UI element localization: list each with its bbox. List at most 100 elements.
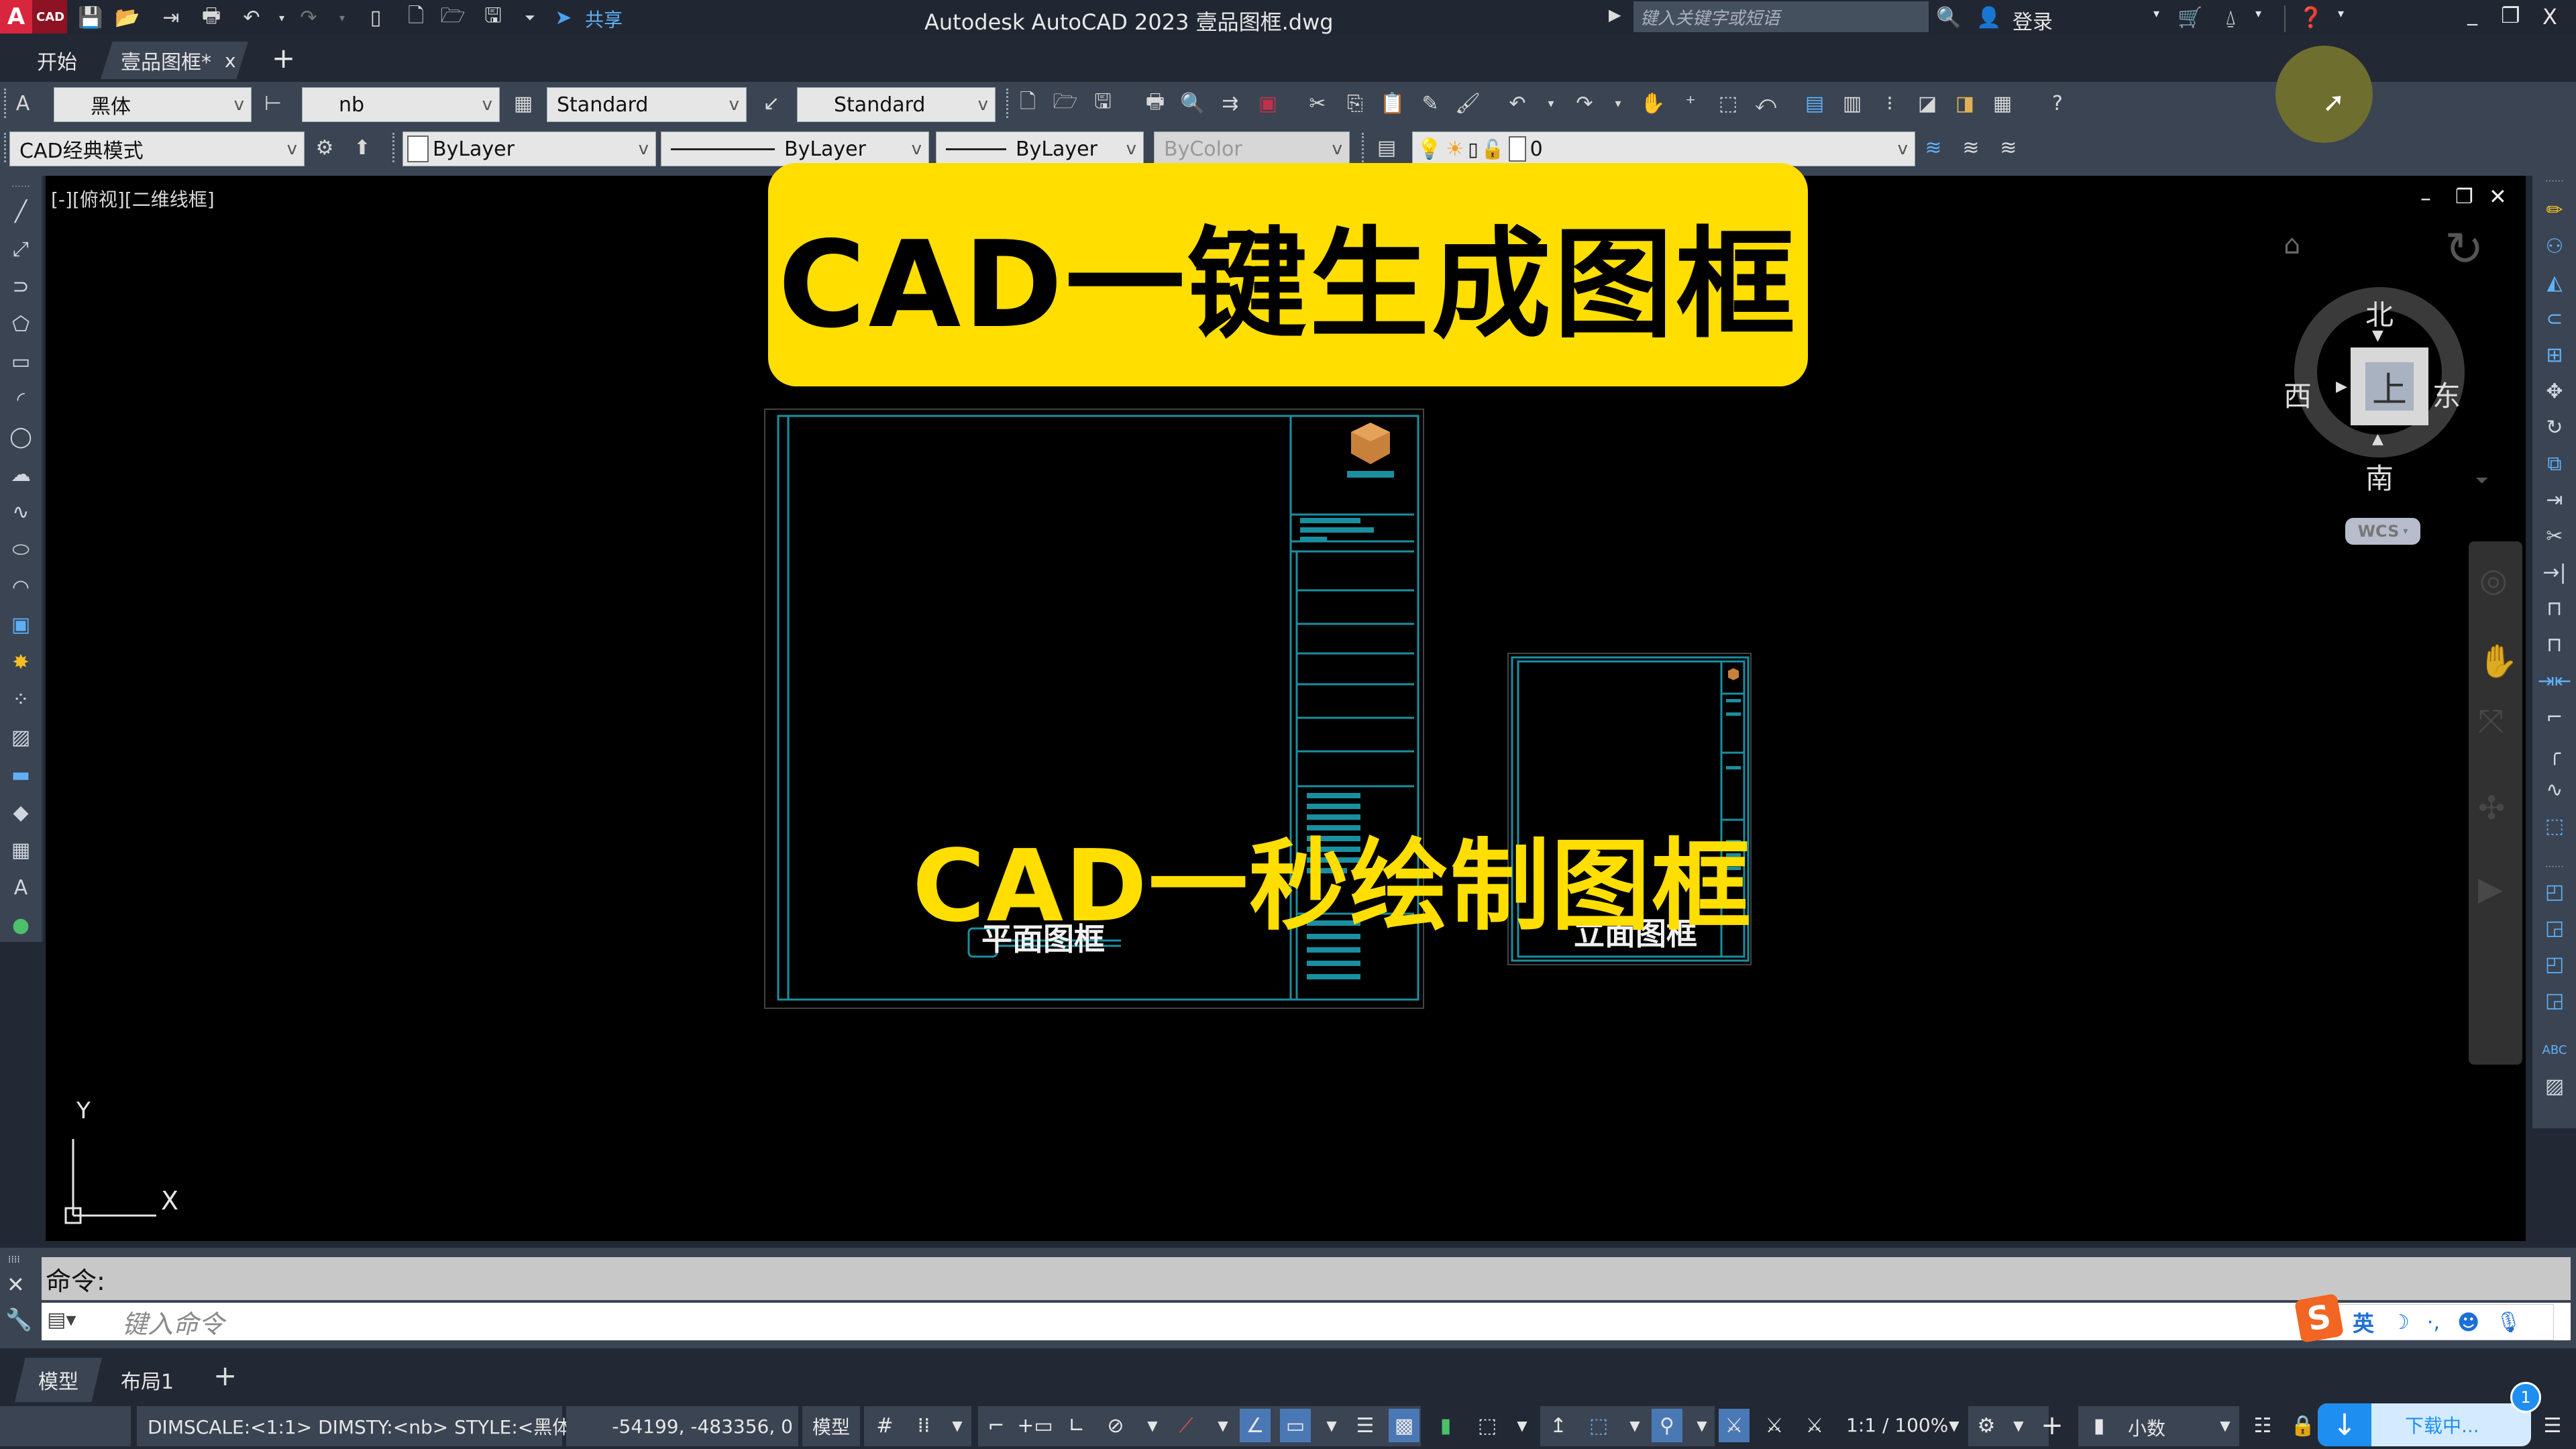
grid-icon[interactable]: #	[869, 1409, 900, 1442]
download-notification[interactable]: ↓ 下载中...	[2318, 1403, 2531, 1446]
block-editor-icon[interactable]: 🖌	[1453, 89, 1483, 118]
quick-calc-icon[interactable]: ▦	[1988, 89, 2017, 118]
lineweight-icon[interactable]: ☰	[1350, 1409, 1381, 1442]
microphone-icon[interactable]: 🎙	[2496, 1311, 2521, 1334]
ortho-icon[interactable]: ∟	[1061, 1409, 1092, 1442]
rectangle-icon[interactable]: ▭	[5, 346, 36, 377]
array-icon[interactable]: ⊞	[2539, 339, 2570, 370]
properties-icon[interactable]: ▤	[1800, 89, 1829, 118]
chamfer-icon[interactable]: ⌐	[2539, 702, 2570, 733]
line-icon[interactable]: ╱	[5, 196, 36, 227]
polygon-icon[interactable]: ⬠	[5, 309, 36, 339]
multiline-text-icon[interactable]: A	[5, 872, 36, 903]
cut-icon[interactable]: ✂	[1303, 89, 1332, 118]
send-under-icon[interactable]: ◲	[2539, 985, 2570, 1016]
redo-dropdown-icon[interactable]: ▾	[329, 4, 356, 31]
color-select[interactable]: ByLayer v	[402, 131, 656, 166]
search-icon[interactable]: 🔍	[1935, 4, 1962, 31]
toolbar-grip[interactable]	[1362, 133, 1368, 162]
emoji-icon[interactable]: ☻	[2457, 1309, 2479, 1335]
multileader-style-select[interactable]: Standard v	[797, 87, 996, 122]
workspace-dropdown-icon[interactable]: ▼	[2003, 1409, 2034, 1442]
make-block-icon[interactable]: ✸	[5, 647, 36, 678]
osnap-dropdown-icon[interactable]: ▼	[1316, 1409, 1347, 1442]
gradient-icon[interactable]: ▬	[5, 759, 36, 790]
stretch-icon[interactable]: ⇥	[2539, 484, 2570, 515]
extend-icon[interactable]: →|	[2539, 557, 2570, 588]
ellipse-icon[interactable]: ⬭	[5, 534, 36, 565]
lock-ui-icon[interactable]: 🔒	[2288, 1409, 2318, 1442]
construction-line-icon[interactable]: ⤢	[5, 233, 36, 264]
redo-dropdown-icon[interactable]: ▾	[1603, 89, 1633, 118]
share-icon[interactable]: ➤	[550, 4, 577, 31]
punctuation-icon[interactable]: ·,	[2427, 1311, 2440, 1334]
dynamic-input-icon[interactable]: +▭	[1017, 1409, 1053, 1442]
user-icon[interactable]: 👤	[1976, 4, 2002, 31]
layer-properties-icon[interactable]: ▤	[1372, 133, 1401, 162]
layer-select[interactable]: 💡 ☀ ▯ 🔓 0v	[1412, 131, 1915, 166]
linetype-select[interactable]: ByLayer v	[661, 131, 929, 166]
fillet-icon[interactable]: ╭	[2539, 738, 2570, 769]
command-input[interactable]: ▤▾ 键入命令	[42, 1303, 2571, 1340]
open-file-icon[interactable]: 🗁	[439, 4, 466, 31]
layer-previous-icon[interactable]: ≋	[1956, 133, 1986, 162]
save-icon[interactable]: 🖫	[1088, 89, 1118, 118]
import-icon[interactable]: ⇥	[158, 4, 184, 31]
selection-cycling-icon[interactable]: ▮	[1430, 1409, 1461, 1442]
snap-dropdown-icon[interactable]: ▼	[942, 1409, 973, 1442]
customize-icon[interactable]: 🔧	[5, 1307, 32, 1332]
undo-icon[interactable]: ↶	[1503, 89, 1532, 118]
bring-to-front-icon[interactable]: ◰	[2539, 876, 2570, 907]
hatch-icon[interactable]: ▨	[5, 722, 36, 753]
toolbar-grip[interactable]: ⋯⋯	[2539, 176, 2570, 186]
share-button[interactable]: 共享	[585, 5, 623, 32]
autodesk-app-icon[interactable]: ⍙	[2217, 4, 2244, 31]
units-value[interactable]: 小数	[2128, 1414, 2165, 1441]
revision-cloud-icon[interactable]: ☁	[5, 459, 36, 490]
zoom-realtime-icon[interactable]: ⁺	[1676, 89, 1705, 118]
gizmo-dropdown-icon[interactable]: ▼	[1686, 1409, 1717, 1442]
redo-icon[interactable]: ↷	[1570, 89, 1599, 118]
close-window-button[interactable]: X	[2542, 4, 2557, 30]
zoom-previous-icon[interactable]: ⤺	[1751, 89, 1780, 118]
bring-above-icon[interactable]: ◰	[2539, 949, 2570, 979]
add-selected-icon[interactable]: ●	[5, 910, 36, 941]
units-dropdown-icon[interactable]: ▼	[2210, 1409, 2241, 1442]
object-snap-tracking-icon[interactable]: ∠	[1240, 1409, 1271, 1442]
join-icon[interactable]: ⇥⇤	[2538, 665, 2571, 696]
save-workspace-icon[interactable]: ⬆	[347, 133, 377, 162]
tab-start[interactable]: 开始	[37, 42, 77, 79]
half-width-icon[interactable]: ☽	[2392, 1311, 2410, 1334]
match-properties-icon[interactable]: ✎	[1415, 89, 1445, 118]
mirror-icon[interactable]: ◭	[2539, 267, 2570, 298]
insert-block-icon[interactable]: ▣	[5, 609, 36, 640]
new-file-icon[interactable]: 🗋	[402, 4, 429, 31]
send-to-back-icon[interactable]: ◲	[2539, 912, 2570, 943]
login-button[interactable]: 登录	[2012, 5, 2053, 35]
ime-toolbar[interactable]: S 英 ☽ ·, ☻ 🎙	[2294, 1293, 2554, 1344]
new-tab-button[interactable]: +	[272, 42, 295, 74]
annotation-scale-icon[interactable]: ⚔	[1799, 1409, 1830, 1442]
copy-icon[interactable]: ⎘	[1340, 89, 1370, 118]
selection-filter-icon[interactable]: ⬚	[1583, 1409, 1614, 1442]
workspace-settings-icon[interactable]: ⚙	[310, 133, 339, 162]
infer-constraints-icon[interactable]: ⌐	[981, 1409, 1012, 1442]
open-icon[interactable]: 🗁	[1051, 89, 1080, 118]
tab-layout1[interactable]: 布局1	[121, 1358, 174, 1402]
table-style-icon[interactable]: ▦	[508, 89, 538, 118]
open-folder-icon[interactable]: 📂	[114, 4, 141, 31]
text-front-icon[interactable]: ABC	[2539, 1034, 2570, 1065]
break-at-point-icon[interactable]: ⊓	[2539, 593, 2570, 624]
help-search-input[interactable]: 键入关键字或短语	[1633, 1, 1929, 32]
explode-icon[interactable]: ⬚	[2539, 810, 2570, 841]
layer-states-icon[interactable]: ≋	[1994, 133, 2023, 162]
make-current-layer-icon[interactable]: ≋	[1919, 133, 1948, 162]
trim-icon[interactable]: ✂	[2539, 521, 2570, 551]
transparency-icon[interactable]: ▩	[1389, 1409, 1419, 1442]
toolbar-grip[interactable]: ⋯⋯	[5, 181, 36, 192]
erase-icon[interactable]: ✏	[2539, 195, 2570, 225]
toolbar-grip[interactable]	[1006, 89, 1012, 118]
multileader-style-icon[interactable]: ↙	[757, 89, 786, 118]
break-icon[interactable]: ⊓	[2539, 629, 2570, 660]
rotate-icon[interactable]: ↻	[2539, 412, 2570, 443]
